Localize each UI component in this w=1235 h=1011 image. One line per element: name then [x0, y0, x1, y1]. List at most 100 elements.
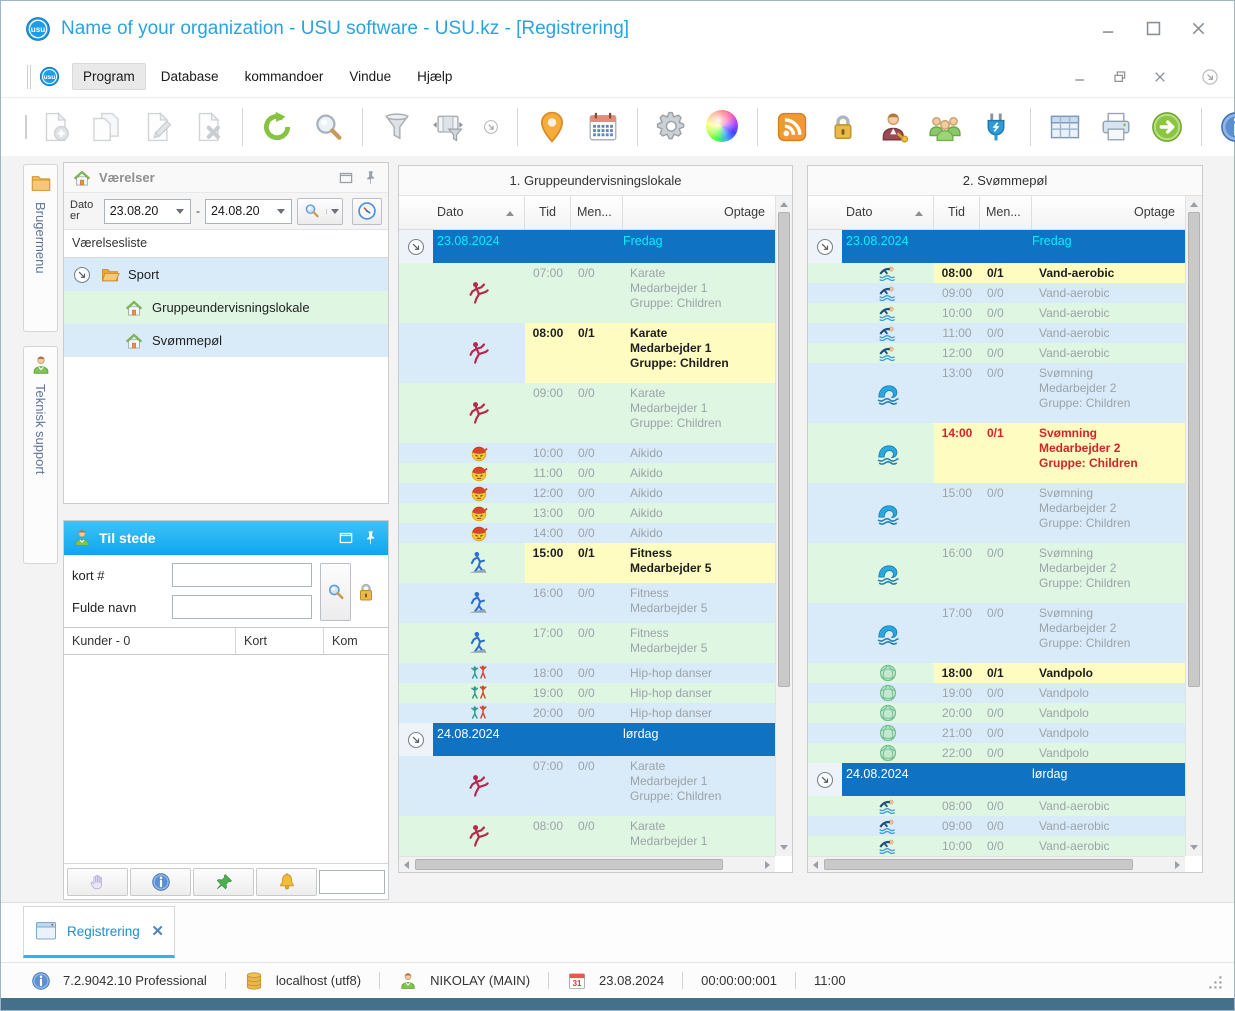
sidebar-tab-brugermenu[interactable]: Brugermenu: [23, 164, 58, 332]
date-from-combobox[interactable]: 23.08.20: [103, 198, 191, 224]
edit-record-button[interactable]: [134, 104, 180, 150]
schedule-date-row[interactable]: 23.08.2024 Fredag: [808, 230, 1185, 263]
column-header-men[interactable]: Men...: [980, 196, 1032, 229]
settings-button[interactable]: [649, 104, 695, 150]
minimize-icon[interactable]: [1099, 19, 1118, 38]
schedule-slot-row[interactable]: 11:00 0/0 Aikido: [399, 463, 775, 483]
schedule-slot-row[interactable]: 17:00 0/0 Svømning Medarbejder 2 Gruppe: Chi…: [808, 603, 1185, 663]
menu-overflow-icon[interactable]: [1200, 67, 1220, 87]
location-button[interactable]: [529, 104, 575, 150]
bell-button[interactable]: [256, 867, 317, 896]
column-header-men[interactable]: Men...: [571, 196, 623, 229]
table-view-button[interactable]: [1042, 104, 1088, 150]
appearance-button[interactable]: [700, 104, 746, 150]
panel-restore-icon[interactable]: [337, 169, 355, 187]
menu-item-database[interactable]: Database: [150, 63, 230, 90]
schedule-slot-row[interactable]: 08:00 0/1 Karate Medarbejder 1 Gruppe: Child…: [399, 323, 775, 383]
toolbar-overflow-button[interactable]: [476, 104, 506, 150]
rooms-list-header[interactable]: Værelsesliste: [64, 230, 388, 258]
presence-footer-input[interactable]: [319, 869, 385, 894]
schedule-slot-row[interactable]: 16:00 0/0 Svømning Medarbejder 2 Gruppe: Chi…: [808, 543, 1185, 603]
drag-handle[interactable]: [27, 64, 31, 89]
expand-arrow-icon[interactable]: [406, 730, 426, 750]
search-split-button[interactable]: [297, 197, 344, 225]
mdi-minimize-icon[interactable]: [1072, 69, 1088, 85]
plugin-button[interactable]: [973, 104, 1019, 150]
schedule-slot-row[interactable]: 19:00 0/0 Hip-hop danser: [399, 683, 775, 703]
tree-item-sv-mmep-l[interactable]: Svømmepøl: [64, 324, 388, 357]
full-name-input[interactable]: [172, 595, 312, 619]
card-number-input[interactable]: [172, 563, 312, 587]
schedule-date-row[interactable]: 23.08.2024 Fredag: [399, 230, 775, 263]
schedule-slot-row[interactable]: 13:00 0/0 Aikido: [399, 503, 775, 523]
mdi-restore-icon[interactable]: [1112, 69, 1128, 85]
toolbar-drag-handle[interactable]: [25, 115, 27, 139]
expand-arrow-icon[interactable]: [815, 237, 835, 257]
schedule-slot-row[interactable]: 14:00 0/0 Aikido: [399, 523, 775, 543]
info-button[interactable]: [130, 867, 191, 896]
close-icon[interactable]: [1189, 19, 1208, 38]
info-button[interactable]: [1213, 104, 1235, 150]
menu-item-hjælp[interactable]: Hjælp: [406, 63, 463, 90]
schedule-slot-row[interactable]: 21:00 0/0 Vandpolo: [808, 723, 1185, 743]
menu-item-vindue[interactable]: Vindue: [338, 63, 402, 90]
schedule-slot-row[interactable]: 22:00 0/0 Vandpolo: [808, 743, 1185, 763]
schedule-slot-row[interactable]: 09:00 0/0 Vand-aerobic: [808, 283, 1185, 303]
panel-pin-icon[interactable]: [362, 529, 380, 547]
clock-button[interactable]: [352, 197, 382, 225]
search-button[interactable]: [305, 104, 351, 150]
copy-record-button[interactable]: [83, 104, 129, 150]
column-header-tid[interactable]: Tid: [525, 196, 571, 229]
scrollbar-thumb[interactable]: [1188, 212, 1200, 688]
tab-registrering[interactable]: Registrering ✕: [23, 906, 175, 958]
schedule-slot-row[interactable]: 13:00 0/0 Svømning Medarbejder 2 Gruppe: Chi…: [808, 363, 1185, 423]
column-header-optage[interactable]: Optage: [1032, 196, 1185, 229]
hand-button[interactable]: [67, 867, 128, 896]
vertical-scrollbar[interactable]: [1185, 196, 1202, 856]
expand-arrow-icon[interactable]: [72, 265, 92, 285]
chevron-down-icon[interactable]: [175, 208, 184, 214]
panel-pin-icon[interactable]: [362, 169, 380, 187]
calendar-button[interactable]: [580, 104, 626, 150]
tab-close-icon[interactable]: ✕: [151, 922, 164, 940]
vertical-scrollbar[interactable]: [775, 196, 792, 856]
resize-grip[interactable]: [1206, 973, 1226, 993]
schedule-slot-row[interactable]: 08:00 0/0 Karate Medarbejder 1: [399, 816, 775, 856]
menu-item-program[interactable]: Program: [72, 63, 146, 90]
column-header-optage[interactable]: Optage: [623, 196, 775, 229]
schedule-slot-row[interactable]: 08:00 0/0 Vand-aerobic: [808, 796, 1185, 816]
user-access-button[interactable]: [871, 104, 917, 150]
feed-button[interactable]: [769, 104, 815, 150]
lock-button[interactable]: [820, 104, 866, 150]
schedule-slot-row[interactable]: 08:00 0/1 Vand-aerobic: [808, 263, 1185, 283]
new-record-button[interactable]: [32, 104, 78, 150]
schedule-date-row[interactable]: 24.08.2024 lørdag: [808, 763, 1185, 796]
scrollbar-thumb[interactable]: [824, 859, 1134, 870]
user-group-button[interactable]: [922, 104, 968, 150]
column-header-dato[interactable]: Dato: [399, 196, 525, 229]
schedule-slot-row[interactable]: 10:00 0/0 Aikido: [399, 443, 775, 463]
schedule-slot-row[interactable]: 18:00 0/0 Hip-hop danser: [399, 663, 775, 683]
horizontal-scrollbar[interactable]: [399, 856, 775, 872]
schedule-slot-row[interactable]: 11:00 0/0 Vand-aerobic: [808, 323, 1185, 343]
date-to-combobox[interactable]: 24.08.20: [204, 198, 293, 224]
menu-item-kommandoer[interactable]: kommandoer: [234, 63, 335, 90]
maximize-icon[interactable]: [1144, 19, 1163, 38]
tree-item-gruppeundervisningslokale[interactable]: Gruppeundervisningslokale: [64, 291, 388, 324]
scrollbar-thumb[interactable]: [778, 212, 790, 688]
schedule-slot-row[interactable]: 10:00 0/0 Vand-aerobic: [808, 836, 1185, 856]
expand-arrow-icon[interactable]: [406, 237, 426, 257]
expand-arrow-icon[interactable]: [815, 770, 835, 790]
schedule-slot-row[interactable]: 20:00 0/0 Hip-hop danser: [399, 703, 775, 723]
filter-panel-button[interactable]: [425, 104, 471, 150]
schedule-slot-row[interactable]: 07:00 0/0 Karate Medarbejder 1 Gruppe: Child…: [399, 756, 775, 816]
scrollbar-thumb[interactable]: [415, 859, 724, 870]
schedule-date-row[interactable]: 24.08.2024 lørdag: [399, 723, 775, 756]
refresh-button[interactable]: [254, 104, 300, 150]
schedule-slot-row[interactable]: 14:00 0/1 Svømning Medarbejder 2 Gruppe: Chi…: [808, 423, 1185, 483]
column-header-dato[interactable]: Dato: [808, 196, 934, 229]
horizontal-scrollbar[interactable]: [808, 856, 1185, 872]
schedule-slot-row[interactable]: 18:00 0/1 Vandpolo: [808, 663, 1185, 683]
panel-restore-icon[interactable]: [337, 529, 355, 547]
schedule-slot-row[interactable]: 15:00 0/1 Fitness Medarbejder 5: [399, 543, 775, 583]
